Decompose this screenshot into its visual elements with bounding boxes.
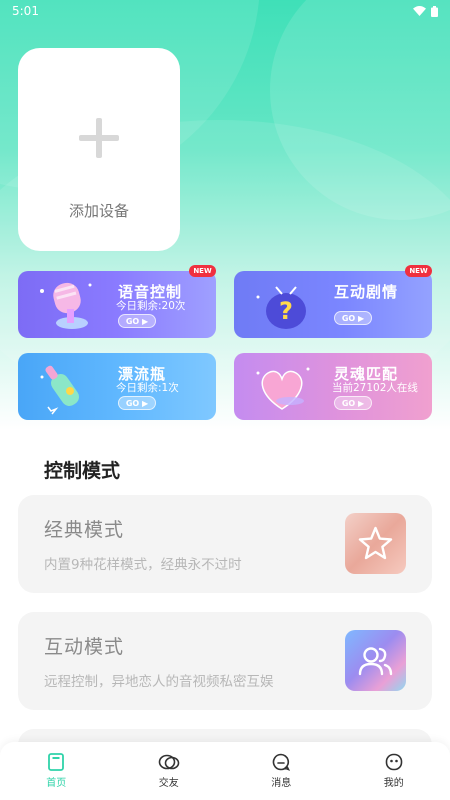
profile-icon xyxy=(385,753,403,771)
home-icon xyxy=(48,753,65,771)
interactive-story-new-badge: NEW xyxy=(405,265,432,277)
voice-control-go-button[interactable]: GO ▶ xyxy=(118,314,156,328)
drift-bottle-banner[interactable]: 漂流瓶 今日剩余:1次 GO ▶ xyxy=(18,353,216,420)
bottom-nav: 首页 交友 消息 我的 xyxy=(0,742,450,800)
nav-friends-label: 交友 xyxy=(158,778,179,789)
interactive-mode-title: 互动模式 xyxy=(44,636,125,658)
drift-bottle-go-button[interactable]: GO ▶ xyxy=(118,396,156,410)
add-device-label: 添加设备 xyxy=(68,202,129,220)
bottle-icon xyxy=(40,365,79,415)
friends-icon xyxy=(158,754,180,770)
nav-home-label: 首页 xyxy=(46,778,67,789)
nav-profile[interactable]: 我的 xyxy=(338,742,450,800)
interactive-mode-card[interactable]: 互动模式 远程控制，异地恋人的音视频私密互娱 xyxy=(18,612,432,710)
status-time: 5:01 xyxy=(12,4,39,18)
status-bar: 5:01 xyxy=(0,0,450,22)
tv-character-icon: ? xyxy=(256,286,306,329)
star-icon xyxy=(345,513,406,574)
interactive-mode-desc: 远程控制，异地恋人的音视频私密互娱 xyxy=(44,674,274,690)
message-icon xyxy=(273,753,291,771)
voice-mic-icon xyxy=(40,282,92,329)
nav-profile-label: 我的 xyxy=(383,778,404,789)
nav-friends[interactable]: 交友 xyxy=(113,742,226,800)
battery-icon xyxy=(431,5,438,17)
interactive-story-title: 互动剧情 xyxy=(334,283,399,301)
add-device-card[interactable]: 添加设备 xyxy=(18,48,180,251)
heart-icon xyxy=(256,367,310,410)
section-title: 控制模式 xyxy=(44,460,121,482)
classic-mode-title: 经典模式 xyxy=(44,519,125,541)
nav-home[interactable]: 首页 xyxy=(0,742,113,800)
voice-control-remaining: 今日剩余:20次 xyxy=(116,300,186,312)
nav-messages-label: 消息 xyxy=(271,778,292,789)
nav-messages[interactable]: 消息 xyxy=(225,742,338,800)
users-icon xyxy=(345,630,406,691)
voice-control-banner[interactable]: 语音控制 今日剩余:20次 GO ▶ xyxy=(18,271,216,338)
plus-icon xyxy=(79,118,119,158)
interactive-story-go-button[interactable]: GO ▶ xyxy=(334,311,372,325)
classic-mode-card[interactable]: 经典模式 内置9种花样模式，经典永不过时 xyxy=(18,495,432,593)
classic-mode-desc: 内置9种花样模式，经典永不过时 xyxy=(44,557,242,573)
svg-text:?: ? xyxy=(279,297,293,325)
soul-match-online-count: 当前27102人在线 xyxy=(332,382,418,394)
drift-bottle-remaining: 今日剩余:1次 xyxy=(116,382,179,394)
voice-control-new-badge: NEW xyxy=(189,265,216,277)
soul-match-banner[interactable]: 灵魂匹配 当前27102人在线 GO ▶ xyxy=(234,353,432,420)
interactive-story-banner[interactable]: ? 互动剧情 GO ▶ xyxy=(234,271,432,338)
soul-match-go-button[interactable]: GO ▶ xyxy=(334,396,372,410)
wifi-icon xyxy=(413,6,426,16)
